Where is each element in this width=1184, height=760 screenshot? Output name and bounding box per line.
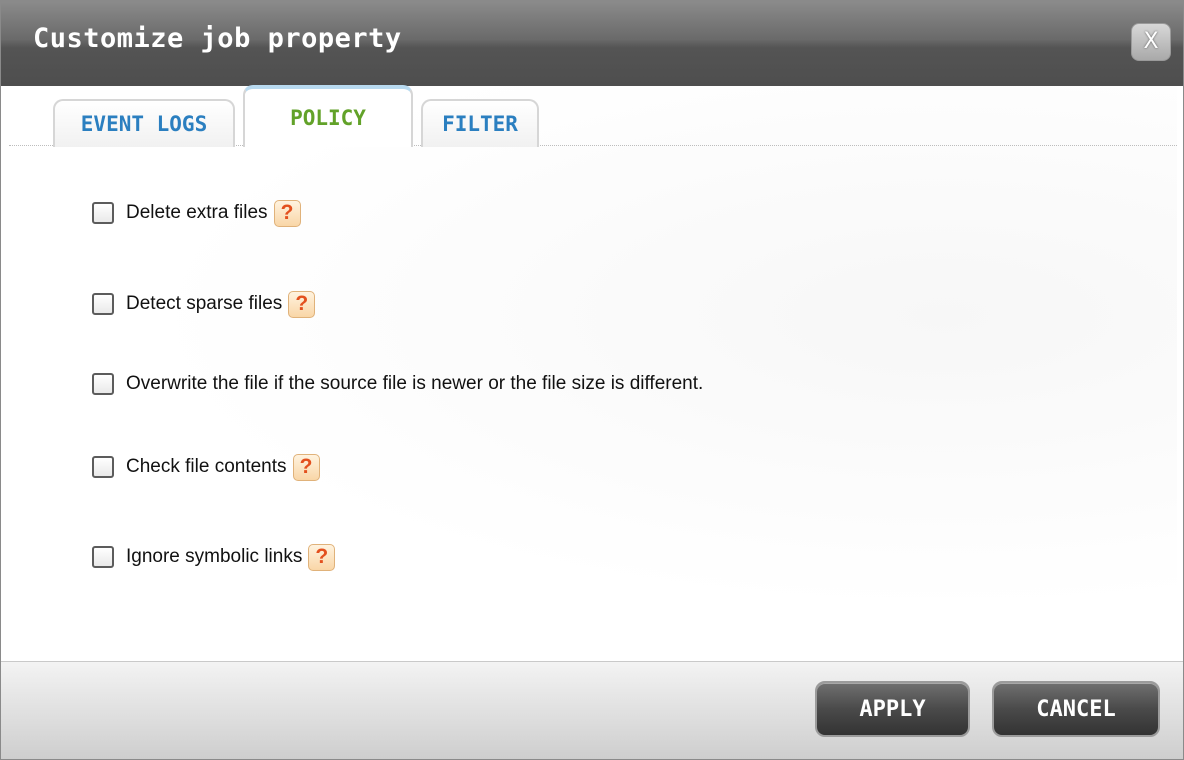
ignore-symbolic-links-checkbox[interactable] bbox=[92, 546, 114, 568]
close-button[interactable]: X bbox=[1131, 23, 1171, 61]
cancel-button[interactable]: CANCEL bbox=[992, 681, 1160, 737]
option-label[interactable]: Detect sparse files bbox=[126, 293, 282, 315]
option-detect-sparse-files: Detect sparse files ? bbox=[92, 289, 316, 319]
delete-extra-files-checkbox[interactable] bbox=[92, 202, 114, 224]
option-delete-extra-files: Delete extra files ? bbox=[92, 198, 301, 228]
option-label[interactable]: Overwrite the file if the source file is… bbox=[126, 373, 703, 395]
help-icon[interactable]: ? bbox=[288, 290, 316, 318]
option-label[interactable]: Delete extra files bbox=[126, 202, 268, 224]
option-label[interactable]: Ignore symbolic links bbox=[126, 546, 302, 568]
option-check-file-contents: Check file contents ? bbox=[92, 452, 320, 482]
overwrite-newer-checkbox[interactable] bbox=[92, 373, 114, 395]
option-ignore-symbolic-links: Ignore symbolic links ? bbox=[92, 542, 336, 572]
option-overwrite-newer: Overwrite the file if the source file is… bbox=[92, 369, 703, 399]
close-icon: X bbox=[1143, 29, 1159, 54]
help-icon[interactable]: ? bbox=[292, 453, 320, 481]
dialog-title: Customize job property bbox=[33, 23, 402, 54]
check-file-contents-checkbox[interactable] bbox=[92, 456, 114, 478]
apply-button[interactable]: APPLY bbox=[815, 681, 970, 737]
tab-filter[interactable]: FILTER bbox=[421, 99, 539, 147]
help-icon[interactable]: ? bbox=[273, 199, 301, 227]
tab-event-logs[interactable]: EVENT LOGS bbox=[53, 99, 235, 147]
customize-job-dialog: Customize job property X EVENT LOGS POLI… bbox=[0, 0, 1184, 760]
option-label[interactable]: Check file contents bbox=[126, 456, 287, 478]
help-icon[interactable]: ? bbox=[308, 543, 336, 571]
detect-sparse-files-checkbox[interactable] bbox=[92, 293, 114, 315]
tab-policy[interactable]: POLICY bbox=[243, 85, 413, 147]
title-bar: Customize job property X bbox=[1, 1, 1183, 86]
